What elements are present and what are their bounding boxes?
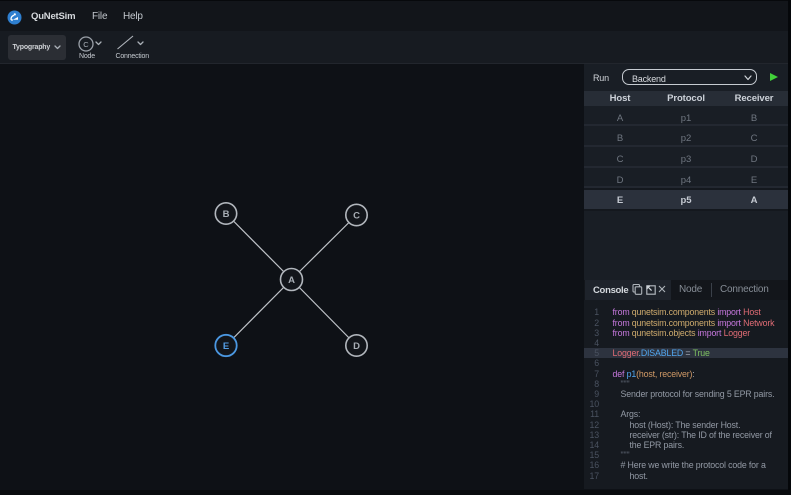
svg-text:A: A xyxy=(288,275,295,286)
svg-text:C: C xyxy=(83,39,89,48)
svg-text:D: D xyxy=(353,341,360,352)
svg-text:E: E xyxy=(223,341,229,352)
svg-text:C: C xyxy=(353,211,360,222)
svg-text:B: B xyxy=(223,209,230,220)
